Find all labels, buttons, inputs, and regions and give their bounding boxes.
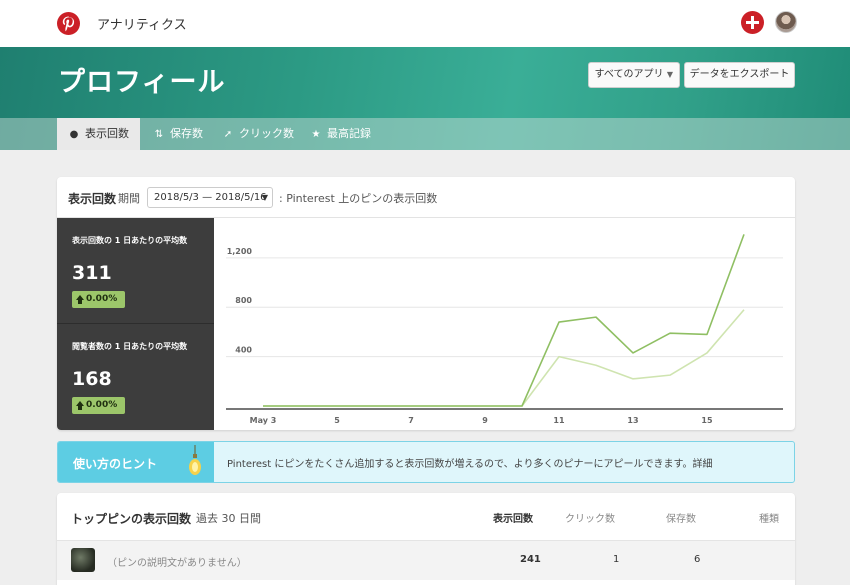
stat-daily-viewers[interactable]: 閲覧者数の 1 日あたりの平均数 168 0.00%: [57, 324, 214, 430]
stat-daily-impressions[interactable]: 表示回数の 1 日あたりの平均数 311 0.00%: [57, 218, 214, 324]
profile-banner: プロフィール すべてのアプリ ▼ データをエクスポート ● 表示回数 ⇅ 保存数 ➚…: [0, 47, 850, 150]
period-label: 期間: [118, 192, 140, 205]
create-plus-button[interactable]: [741, 11, 764, 34]
pin-saves: 6: [694, 554, 701, 565]
y-tick-label: 800: [235, 296, 252, 305]
star-icon: ★: [311, 129, 321, 140]
impressions-title: 表示回数: [68, 192, 117, 206]
all-apps-label: すべてのアプリ: [594, 69, 664, 80]
tab-label: クリック数: [239, 127, 294, 140]
stat-value: 311: [72, 262, 112, 284]
pin-clicks: 1: [613, 554, 620, 565]
page-title: プロフィール: [58, 67, 226, 98]
tip-message: Pinterest にピンをたくさん追加すると表示回数が増えるので、より多くのピ…: [227, 459, 693, 470]
pin-description: （ピンの説明文がありません）: [107, 558, 247, 569]
x-tick-label: 5: [334, 416, 340, 425]
export-data-button[interactable]: データをエクスポート: [684, 62, 795, 88]
change-badge: 0.00%: [72, 397, 125, 414]
tip-banner: 使い方のヒント Pinterest にピンをたくさん追加すると表示回数が増えるの…: [57, 441, 795, 483]
pin-impressions: 241: [520, 554, 541, 565]
tab-saves[interactable]: ⇅ 保存数: [153, 118, 203, 150]
line-chart-svg: 400 800 1,200 May 3 5 7 9 11 13 15: [226, 234, 783, 425]
top-pins-period: 過去 30 日間: [196, 512, 261, 525]
series-line: [263, 309, 745, 407]
eye-icon: ●: [69, 129, 79, 140]
cursor-icon: ➚: [223, 129, 233, 140]
impressions-header: 表示回数 期間 2018/5/3 — 2018/5/16 ▼ : Pintere…: [57, 177, 795, 218]
date-range-select[interactable]: 2018/5/3 — 2018/5/16 ▼: [147, 187, 273, 208]
lightbulb-icon: [189, 445, 201, 475]
y-tick-label: 400: [235, 346, 252, 355]
series-line: [263, 234, 745, 407]
tab-label: 最高記録: [327, 127, 371, 140]
tab-label: 表示回数: [85, 127, 129, 140]
pinterest-logo-icon[interactable]: [57, 12, 80, 35]
x-tick-label: May 3: [250, 416, 277, 425]
tab-label: 保存数: [170, 127, 203, 140]
stat-value: 168: [72, 368, 112, 390]
x-tick-label: 11: [553, 416, 565, 425]
tab-clicks[interactable]: ➚ クリック数: [222, 118, 294, 150]
table-row[interactable]: （ピンの説明文がありません） 241 1 6: [57, 540, 795, 580]
stat-label: 表示回数の 1 日あたりの平均数: [72, 236, 188, 245]
tab-impressions[interactable]: ● 表示回数: [57, 118, 140, 150]
pin-thumbnail[interactable]: [71, 548, 95, 572]
chevron-down-icon: ▼: [261, 193, 268, 202]
x-tick-label: 7: [408, 416, 414, 425]
learn-more-link[interactable]: 詳細: [692, 459, 712, 470]
all-apps-dropdown[interactable]: すべてのアプリ ▼: [588, 62, 680, 88]
top-pins-card: トップピンの表示回数 過去 30 日間 表示回数 クリック数 保存数 種類 （ピ…: [57, 493, 795, 585]
x-tick-label: 15: [701, 416, 713, 425]
date-range-value: 2018/5/3 — 2018/5/16: [154, 192, 267, 203]
stats-panel: 表示回数の 1 日あたりの平均数 311 0.00% 閲覧者数の 1 日あたりの…: [57, 218, 214, 430]
tip-label: 使い方のヒント: [73, 457, 158, 471]
column-saves[interactable]: 保存数: [666, 510, 696, 525]
column-clicks[interactable]: クリック数: [565, 510, 615, 525]
change-badge: 0.00%: [72, 291, 125, 308]
impressions-description: : Pinterest 上のピンの表示回数: [279, 192, 438, 205]
top-pins-title: トップピンの表示回数: [71, 512, 192, 526]
tip-text: Pinterest にピンをたくさん追加すると表示回数が増えるので、より多くのピ…: [227, 455, 712, 470]
top-bar: アナリティクス: [0, 0, 850, 47]
column-type[interactable]: 種類: [759, 510, 779, 525]
column-impressions[interactable]: 表示回数: [493, 510, 533, 525]
avatar[interactable]: [775, 11, 797, 33]
impressions-chart: 400 800 1,200 May 3 5 7 9 11 13 15: [214, 218, 795, 430]
tip-label-box: 使い方のヒント: [58, 442, 214, 482]
x-tick-label: 9: [482, 416, 488, 425]
chevron-down-icon: ▼: [666, 70, 673, 79]
x-tick-label: 13: [627, 416, 638, 425]
app-title: アナリティクス: [97, 18, 187, 33]
y-tick-label: 1,200: [227, 247, 253, 256]
impressions-card: 表示回数 期間 2018/5/3 — 2018/5/16 ▼ : Pintere…: [57, 177, 795, 430]
tab-top[interactable]: ★ 最高記録: [310, 118, 371, 150]
analytics-tabs: ● 表示回数 ⇅ 保存数 ➚ クリック数 ★ 最高記録: [0, 118, 850, 150]
pin-icon: ⇅: [154, 129, 164, 140]
stat-label: 閲覧者数の 1 日あたりの平均数: [72, 342, 188, 351]
